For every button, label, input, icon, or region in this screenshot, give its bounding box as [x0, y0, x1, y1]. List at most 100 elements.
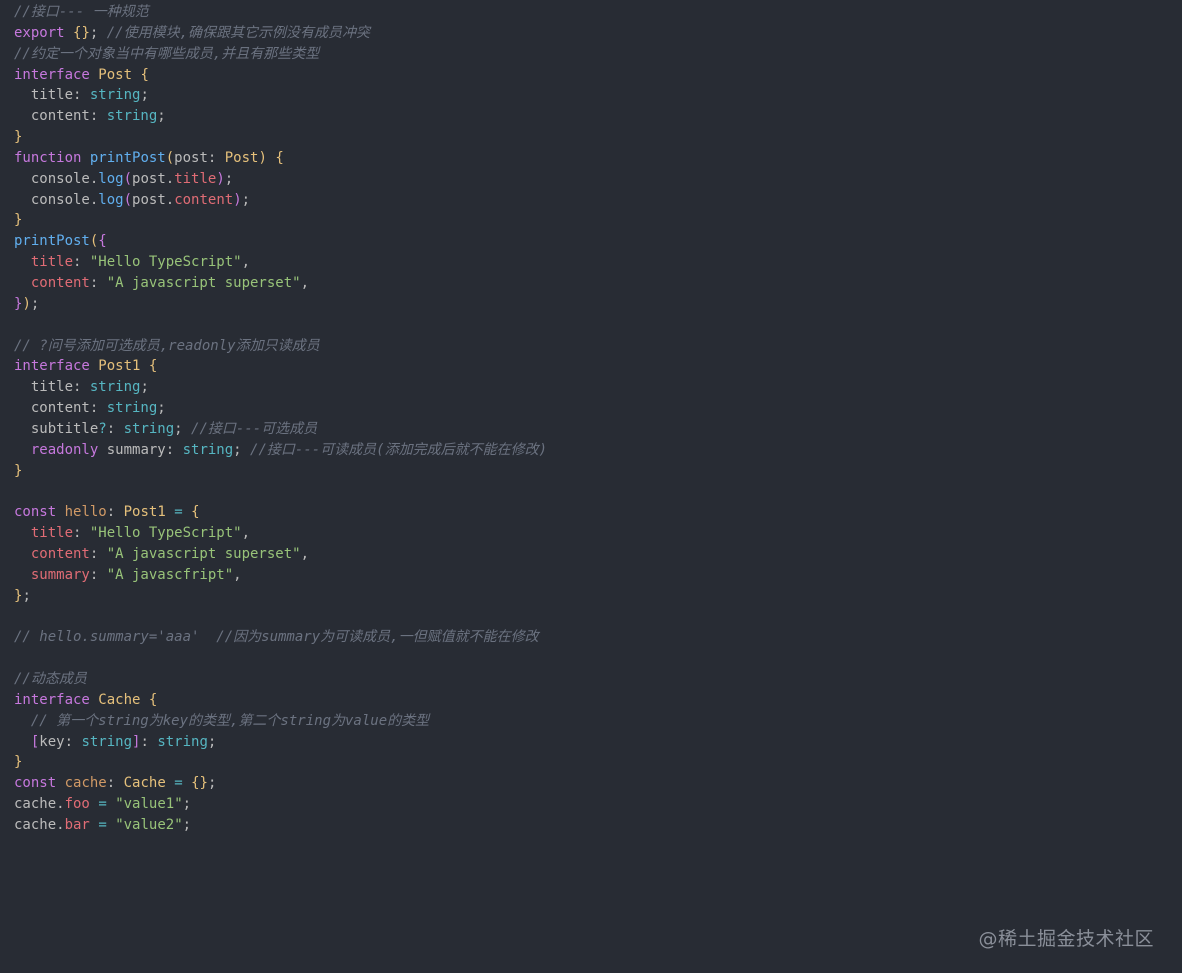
code-line: // 第一个string为key的类型,第二个string为value的类型 [14, 711, 1164, 732]
code-token: : [89, 274, 107, 291]
code-line: ​ [14, 315, 1164, 336]
code-token: foo [64, 796, 90, 813]
code-token: summary [14, 566, 90, 583]
code-line: console.log(post.content); [14, 190, 1164, 211]
code-token: ( [123, 170, 133, 187]
code-token: bar [64, 816, 90, 833]
code-token: cache. [14, 796, 65, 813]
code-token: string [157, 733, 208, 750]
code-token: ; [207, 733, 217, 750]
code-line: content: "A javascript superset", [14, 544, 1164, 565]
code-token: content [14, 108, 90, 125]
code-token: function [14, 149, 82, 166]
code-token: //接口---可选成员 [191, 420, 318, 437]
code-token: ( [165, 149, 175, 166]
code-token: {} [73, 24, 90, 41]
code-line: //接口--- 一种规范 [14, 2, 1164, 23]
code-token: : [106, 420, 124, 437]
code-line: const hello: Post1 = { [14, 502, 1164, 523]
code-token: // 第一个string为key的类型,第二个string为value的类型 [30, 712, 430, 729]
code-token: ; [241, 191, 251, 208]
code-token: : [89, 400, 107, 417]
code-line: title: string; [14, 85, 1164, 106]
code-token: "A javascfript" [106, 566, 234, 583]
code-token: interface [14, 66, 90, 83]
code-token: = [98, 816, 107, 833]
code-token: title [14, 254, 74, 271]
code-token: Cache [98, 691, 141, 708]
code-token: interface [14, 691, 90, 708]
code-line: } [14, 127, 1164, 148]
code-token: summary [98, 441, 166, 458]
code-token: } [14, 129, 23, 146]
code-token: Post1 [123, 504, 166, 521]
code-token: console. [14, 170, 99, 187]
code-token: "value1" [115, 796, 183, 813]
code-line: summary: "A javascfript", [14, 565, 1164, 586]
code-line: content: "A javascript superset", [14, 273, 1164, 294]
code-token: string [106, 108, 158, 125]
code-token: ) [233, 191, 242, 208]
code-token: const [14, 775, 57, 792]
code-token: cache [64, 775, 107, 792]
code-token: : [207, 149, 225, 166]
code-token: ; [157, 400, 166, 417]
code-token: : [89, 545, 107, 562]
code-line: content: string; [14, 398, 1164, 419]
code-token: , [241, 254, 251, 271]
code-token: { [98, 233, 107, 250]
code-line: title: "Hello TypeScript", [14, 252, 1164, 273]
code-token: key [39, 733, 65, 750]
code-line: content: string; [14, 106, 1164, 127]
code-line: const cache: Cache = {}; [14, 773, 1164, 794]
code-token: = [174, 775, 183, 792]
code-token: ( [123, 191, 133, 208]
code-token: {} [191, 775, 208, 792]
code-token: "Hello TypeScript" [89, 254, 242, 271]
code-token: Post1 [98, 358, 141, 375]
code-token: post. [132, 191, 175, 208]
code-token: = [174, 504, 183, 521]
code-token: ; [174, 420, 192, 437]
code-token: ; [140, 379, 149, 396]
code-token: { [275, 149, 284, 166]
code-token: subtitle [14, 420, 99, 437]
code-token: ? [98, 420, 107, 437]
code-token: content [14, 274, 90, 291]
code-token: hello [64, 504, 107, 521]
code-token: string [89, 87, 141, 104]
code-token: title [14, 87, 74, 104]
code-token: log [98, 191, 124, 208]
code-token: } [14, 212, 23, 229]
code-token: //动态成员 [14, 671, 87, 687]
code-token: } [14, 462, 23, 479]
code-token: , [233, 566, 242, 583]
code-token: cache. [14, 816, 65, 833]
code-line: } [14, 752, 1164, 773]
code-token: title [174, 170, 217, 187]
code-token: // hello.summary='aaa' //因为summary为可读成员,… [14, 629, 539, 646]
code-line: subtitle?: string; //接口---可选成员 [14, 419, 1164, 440]
code-line: }; [14, 586, 1164, 607]
code-line: } [14, 461, 1164, 482]
code-token: // ?问号添加可选成员,readonly添加只读成员 [14, 337, 320, 354]
code-line: title: "Hello TypeScript", [14, 523, 1164, 544]
code-editor[interactable]: //接口--- 一种规范 export {}; //使用模块,确保跟其它示例没有成… [14, 2, 1164, 836]
code-line: [key: string]: string; [14, 732, 1164, 753]
code-line: ​ [14, 606, 1164, 627]
code-token: string [89, 379, 141, 396]
code-token: Cache [123, 775, 166, 792]
code-line: export {}; //使用模块,确保跟其它示例没有成员冲突 [14, 23, 1164, 44]
code-token: string [81, 733, 133, 750]
